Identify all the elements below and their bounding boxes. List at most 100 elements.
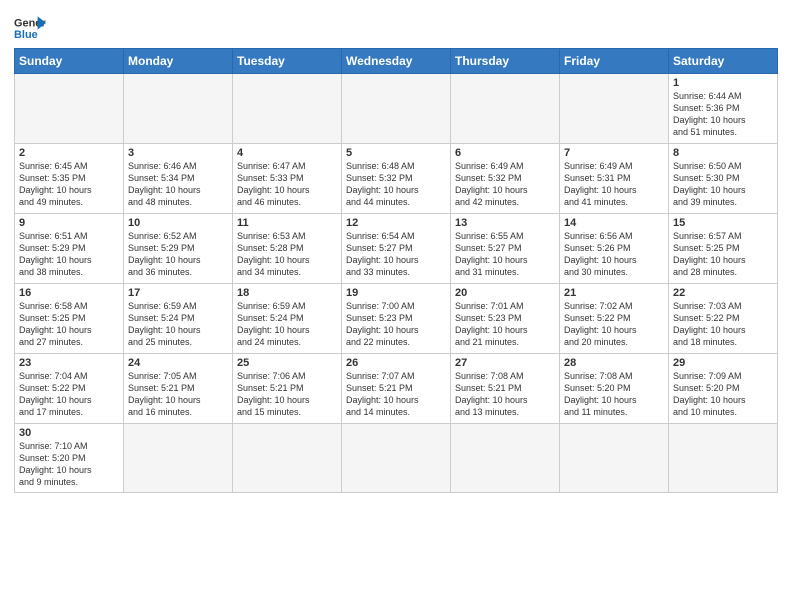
calendar-cell: 27Sunrise: 7:08 AM Sunset: 5:21 PM Dayli… xyxy=(451,354,560,424)
day-number: 20 xyxy=(455,287,555,299)
col-header-thursday: Thursday xyxy=(451,49,560,74)
calendar-cell: 20Sunrise: 7:01 AM Sunset: 5:23 PM Dayli… xyxy=(451,284,560,354)
calendar-cell xyxy=(342,424,451,493)
col-header-saturday: Saturday xyxy=(669,49,778,74)
day-number: 10 xyxy=(128,217,228,229)
day-info: Sunrise: 6:59 AM Sunset: 5:24 PM Dayligh… xyxy=(237,300,337,349)
calendar-week-4: 16Sunrise: 6:58 AM Sunset: 5:25 PM Dayli… xyxy=(15,284,778,354)
calendar-cell: 3Sunrise: 6:46 AM Sunset: 5:34 PM Daylig… xyxy=(124,144,233,214)
calendar-cell: 1Sunrise: 6:44 AM Sunset: 5:36 PM Daylig… xyxy=(669,74,778,144)
day-info: Sunrise: 6:49 AM Sunset: 5:31 PM Dayligh… xyxy=(564,160,664,209)
day-number: 1 xyxy=(673,77,773,89)
calendar-cell xyxy=(124,74,233,144)
calendar-week-3: 9Sunrise: 6:51 AM Sunset: 5:29 PM Daylig… xyxy=(15,214,778,284)
day-number: 29 xyxy=(673,357,773,369)
day-info: Sunrise: 7:08 AM Sunset: 5:21 PM Dayligh… xyxy=(455,370,555,419)
calendar-cell: 24Sunrise: 7:05 AM Sunset: 5:21 PM Dayli… xyxy=(124,354,233,424)
day-number: 24 xyxy=(128,357,228,369)
calendar-cell xyxy=(233,74,342,144)
day-info: Sunrise: 6:54 AM Sunset: 5:27 PM Dayligh… xyxy=(346,230,446,279)
day-info: Sunrise: 6:46 AM Sunset: 5:34 PM Dayligh… xyxy=(128,160,228,209)
calendar-cell: 25Sunrise: 7:06 AM Sunset: 5:21 PM Dayli… xyxy=(233,354,342,424)
calendar-cell: 21Sunrise: 7:02 AM Sunset: 5:22 PM Dayli… xyxy=(560,284,669,354)
calendar-cell xyxy=(342,74,451,144)
day-number: 12 xyxy=(346,217,446,229)
day-info: Sunrise: 6:44 AM Sunset: 5:36 PM Dayligh… xyxy=(673,90,773,139)
calendar-cell: 7Sunrise: 6:49 AM Sunset: 5:31 PM Daylig… xyxy=(560,144,669,214)
day-number: 30 xyxy=(19,427,119,439)
day-number: 28 xyxy=(564,357,664,369)
calendar-cell xyxy=(669,424,778,493)
day-info: Sunrise: 7:06 AM Sunset: 5:21 PM Dayligh… xyxy=(237,370,337,419)
calendar-cell: 9Sunrise: 6:51 AM Sunset: 5:29 PM Daylig… xyxy=(15,214,124,284)
calendar-cell xyxy=(560,74,669,144)
day-info: Sunrise: 7:10 AM Sunset: 5:20 PM Dayligh… xyxy=(19,440,119,489)
page: General Blue SundayMondayTuesdayWednesda… xyxy=(0,0,792,503)
day-info: Sunrise: 6:47 AM Sunset: 5:33 PM Dayligh… xyxy=(237,160,337,209)
day-info: Sunrise: 6:56 AM Sunset: 5:26 PM Dayligh… xyxy=(564,230,664,279)
calendar-cell: 16Sunrise: 6:58 AM Sunset: 5:25 PM Dayli… xyxy=(15,284,124,354)
col-header-monday: Monday xyxy=(124,49,233,74)
day-number: 18 xyxy=(237,287,337,299)
day-number: 15 xyxy=(673,217,773,229)
day-number: 5 xyxy=(346,147,446,159)
calendar-header-row: SundayMondayTuesdayWednesdayThursdayFrid… xyxy=(15,49,778,74)
day-info: Sunrise: 7:02 AM Sunset: 5:22 PM Dayligh… xyxy=(564,300,664,349)
calendar-cell: 5Sunrise: 6:48 AM Sunset: 5:32 PM Daylig… xyxy=(342,144,451,214)
calendar-table: SundayMondayTuesdayWednesdayThursdayFrid… xyxy=(14,48,778,493)
day-info: Sunrise: 6:49 AM Sunset: 5:32 PM Dayligh… xyxy=(455,160,555,209)
day-number: 7 xyxy=(564,147,664,159)
day-info: Sunrise: 7:00 AM Sunset: 5:23 PM Dayligh… xyxy=(346,300,446,349)
day-number: 22 xyxy=(673,287,773,299)
day-info: Sunrise: 6:55 AM Sunset: 5:27 PM Dayligh… xyxy=(455,230,555,279)
calendar-week-1: 1Sunrise: 6:44 AM Sunset: 5:36 PM Daylig… xyxy=(15,74,778,144)
day-number: 13 xyxy=(455,217,555,229)
day-info: Sunrise: 6:50 AM Sunset: 5:30 PM Dayligh… xyxy=(673,160,773,209)
day-number: 26 xyxy=(346,357,446,369)
day-info: Sunrise: 6:59 AM Sunset: 5:24 PM Dayligh… xyxy=(128,300,228,349)
day-number: 21 xyxy=(564,287,664,299)
day-number: 9 xyxy=(19,217,119,229)
calendar-cell xyxy=(15,74,124,144)
day-info: Sunrise: 7:01 AM Sunset: 5:23 PM Dayligh… xyxy=(455,300,555,349)
day-number: 8 xyxy=(673,147,773,159)
calendar-cell: 4Sunrise: 6:47 AM Sunset: 5:33 PM Daylig… xyxy=(233,144,342,214)
calendar-cell: 10Sunrise: 6:52 AM Sunset: 5:29 PM Dayli… xyxy=(124,214,233,284)
calendar-week-6: 30Sunrise: 7:10 AM Sunset: 5:20 PM Dayli… xyxy=(15,424,778,493)
day-info: Sunrise: 7:05 AM Sunset: 5:21 PM Dayligh… xyxy=(128,370,228,419)
day-number: 17 xyxy=(128,287,228,299)
day-number: 6 xyxy=(455,147,555,159)
calendar-cell xyxy=(451,74,560,144)
generalblue-logo-icon: General Blue xyxy=(14,14,46,42)
day-number: 4 xyxy=(237,147,337,159)
day-number: 25 xyxy=(237,357,337,369)
day-info: Sunrise: 7:03 AM Sunset: 5:22 PM Dayligh… xyxy=(673,300,773,349)
calendar-cell: 19Sunrise: 7:00 AM Sunset: 5:23 PM Dayli… xyxy=(342,284,451,354)
day-info: Sunrise: 7:04 AM Sunset: 5:22 PM Dayligh… xyxy=(19,370,119,419)
calendar-cell xyxy=(560,424,669,493)
day-number: 11 xyxy=(237,217,337,229)
day-number: 16 xyxy=(19,287,119,299)
day-info: Sunrise: 7:08 AM Sunset: 5:20 PM Dayligh… xyxy=(564,370,664,419)
calendar-cell: 6Sunrise: 6:49 AM Sunset: 5:32 PM Daylig… xyxy=(451,144,560,214)
col-header-tuesday: Tuesday xyxy=(233,49,342,74)
day-number: 14 xyxy=(564,217,664,229)
col-header-wednesday: Wednesday xyxy=(342,49,451,74)
day-number: 23 xyxy=(19,357,119,369)
day-info: Sunrise: 6:57 AM Sunset: 5:25 PM Dayligh… xyxy=(673,230,773,279)
calendar-cell: 29Sunrise: 7:09 AM Sunset: 5:20 PM Dayli… xyxy=(669,354,778,424)
day-info: Sunrise: 6:45 AM Sunset: 5:35 PM Dayligh… xyxy=(19,160,119,209)
day-info: Sunrise: 6:48 AM Sunset: 5:32 PM Dayligh… xyxy=(346,160,446,209)
calendar-cell: 18Sunrise: 6:59 AM Sunset: 5:24 PM Dayli… xyxy=(233,284,342,354)
col-header-sunday: Sunday xyxy=(15,49,124,74)
calendar-cell: 23Sunrise: 7:04 AM Sunset: 5:22 PM Dayli… xyxy=(15,354,124,424)
calendar-cell: 2Sunrise: 6:45 AM Sunset: 5:35 PM Daylig… xyxy=(15,144,124,214)
calendar-cell: 14Sunrise: 6:56 AM Sunset: 5:26 PM Dayli… xyxy=(560,214,669,284)
calendar-cell xyxy=(124,424,233,493)
day-number: 27 xyxy=(455,357,555,369)
day-info: Sunrise: 6:53 AM Sunset: 5:28 PM Dayligh… xyxy=(237,230,337,279)
day-info: Sunrise: 7:09 AM Sunset: 5:20 PM Dayligh… xyxy=(673,370,773,419)
calendar-week-5: 23Sunrise: 7:04 AM Sunset: 5:22 PM Dayli… xyxy=(15,354,778,424)
day-info: Sunrise: 6:58 AM Sunset: 5:25 PM Dayligh… xyxy=(19,300,119,349)
calendar-cell: 30Sunrise: 7:10 AM Sunset: 5:20 PM Dayli… xyxy=(15,424,124,493)
